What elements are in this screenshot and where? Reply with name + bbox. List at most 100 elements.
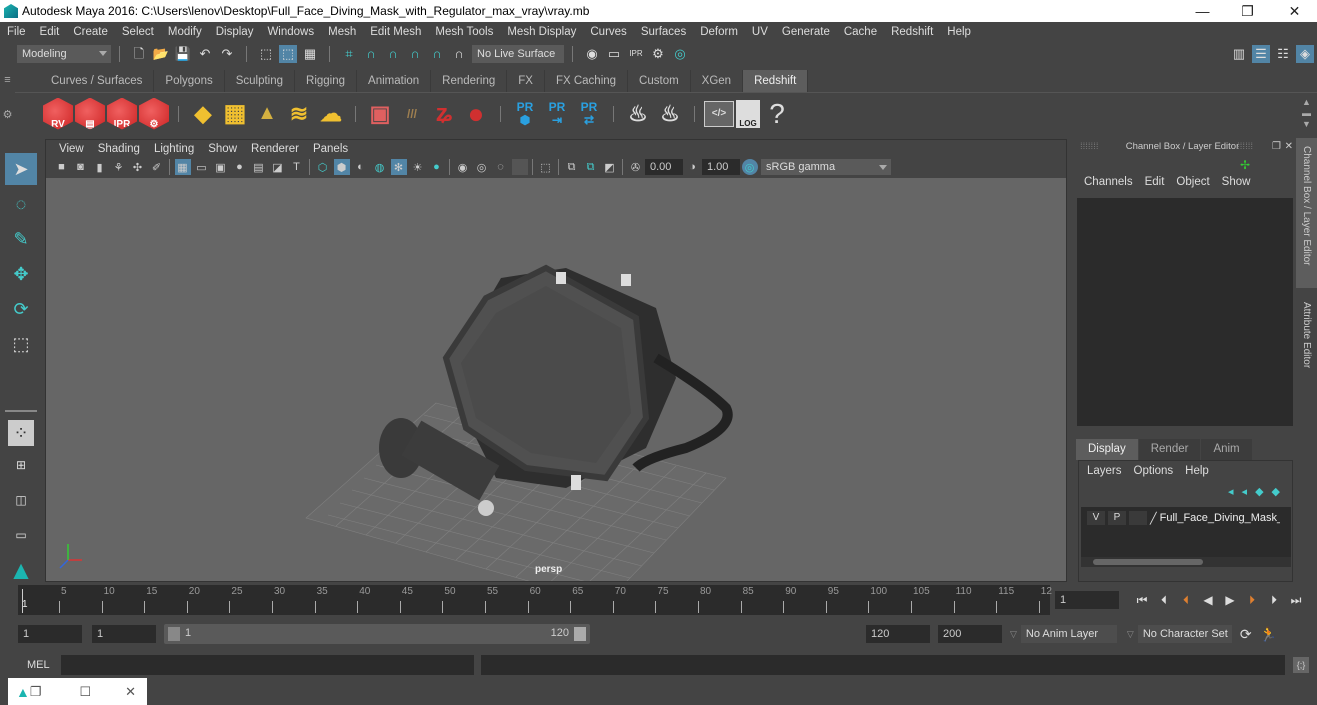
isolate-select-icon[interactable] [511,159,528,175]
command-input[interactable] [61,655,474,675]
redshift-script-editor-icon[interactable]: </> [704,100,734,127]
render-settings-icon[interactable]: ⚙ [649,45,667,63]
shadows-icon[interactable]: ☀ [410,159,426,175]
redshift-batch-render-icon[interactable]: ▤ [75,97,105,130]
horizontal-scrollbar[interactable] [1081,557,1291,567]
move-layer-down-icon[interactable]: ◂ [1242,486,1256,498]
image-plane-icon[interactable]: ⚘ [111,159,127,175]
redshift-bake-multi-icon[interactable]: ♨ [623,98,653,130]
render-frame-icon[interactable]: ▭ [605,45,623,63]
make-live-icon[interactable]: ∩ [450,45,468,63]
depth-of-field-icon[interactable]: ◌ [493,159,509,175]
menu-windows[interactable]: Windows [260,26,321,38]
shelf-tab-curves-surfaces[interactable]: Curves / Surfaces [40,70,155,92]
ipr-render-icon[interactable]: IPR [627,45,645,63]
help-icon[interactable]: ? [762,98,792,130]
animation-end-field[interactable]: 200 [938,625,1002,643]
menu-generate[interactable]: Generate [775,26,837,38]
channel-box-toggle-icon[interactable]: ◈ [1296,45,1314,63]
four-view-layout-icon[interactable]: ⊞ [5,449,37,481]
shelf-tab-polygons[interactable]: Polygons [154,70,225,92]
play-forwards-icon[interactable]: ▶ [1219,593,1241,607]
shelf-tab-custom[interactable]: Custom [628,70,691,92]
paint-select-tool-icon[interactable]: ✎ [5,223,37,255]
panel-menu-panels[interactable]: Panels [306,143,355,155]
redshift-log-icon[interactable]: LOG [736,99,760,128]
snap-live-icon[interactable]: ∩ [428,45,446,63]
redshift-light-quad-icon[interactable]: ◆ [188,98,218,130]
panel-menu-lighting[interactable]: Lighting [147,143,201,155]
single-view-layout-icon[interactable]: ⁘ [8,420,34,446]
select-hierarchy-icon[interactable]: ⬚ [257,45,275,63]
new-layer-from-selection-icon[interactable]: ◆ [1272,486,1288,498]
layer-tab-anim[interactable]: Anim [1201,439,1252,460]
redshift-bake-icon[interactable]: ♨ [655,98,685,130]
shelf-tab-fx[interactable]: FX [507,70,545,92]
redshift-spot-light-icon[interactable]: ▲ [252,98,282,130]
cb-menu-show[interactable]: Show [1216,176,1257,188]
scrollbar-thumb[interactable] [1093,559,1203,565]
field-chart-icon[interactable]: ▤ [251,159,267,175]
animation-start-field[interactable]: 1 [18,625,82,643]
layer-menu-help[interactable]: Help [1179,465,1215,477]
layer-tab-display[interactable]: Display [1076,439,1138,460]
shelf-tab-fx-caching[interactable]: FX Caching [544,70,629,92]
gamma-icon[interactable]: ◑ [685,159,701,175]
layer-row[interactable]: V P ╱ Full_Face_Diving_Mask_w [1081,507,1291,525]
restore-icon[interactable]: ❐ [30,684,42,700]
layer-display-type-toggle[interactable] [1129,511,1147,525]
shelf-scroll-icon[interactable]: ▲ ▬ ▼ [1302,97,1311,130]
menu-deform[interactable]: Deform [693,26,745,38]
cb-menu-edit[interactable]: Edit [1139,176,1171,188]
channel-list[interactable] [1077,198,1293,426]
menu-mesh[interactable]: Mesh [321,26,363,38]
redshift-sun-light-icon[interactable]: ☁ [316,98,346,130]
hypershade-icon[interactable]: ◎ [671,45,689,63]
menu-create[interactable]: Create [66,26,115,38]
move-tool-icon[interactable]: ✥ [5,258,37,290]
step-back-frame-icon[interactable]: ⏴ [1153,593,1175,608]
animation-preferences-icon[interactable]: 🏃 [1260,626,1277,643]
layer-name[interactable]: Full_Face_Diving_Mask_w [1160,512,1280,524]
go-to-start-icon[interactable]: ⏮ [1131,593,1153,608]
grid-icon[interactable]: ▦ [174,159,191,175]
redshift-proxy-export-icon[interactable]: PR ⇥ [542,98,572,130]
redshift-volume-icon[interactable]: ▣ [365,98,395,130]
anti-aliasing-icon[interactable]: ◎ [474,159,490,175]
menu-mesh-display[interactable]: Mesh Display [500,26,583,38]
panel-menu-view[interactable]: View [52,143,91,155]
menu-uv[interactable]: UV [745,26,775,38]
snap-grid-icon[interactable]: ⌗ [340,45,358,63]
float-panel-icon[interactable]: ❐ [1272,141,1281,152]
maximize-button[interactable]: ❐ [1225,0,1270,22]
menu-edit[interactable]: Edit [33,26,67,38]
color-space-selector[interactable]: sRGB gamma [761,159,891,175]
menu-edit-mesh[interactable]: Edit Mesh [363,26,428,38]
character-set-selector[interactable]: No Character Set [1137,625,1232,643]
snap-view-plane-icon[interactable]: ∩ [406,45,424,63]
ambient-occlusion-icon[interactable]: ● [429,159,445,175]
close-button[interactable]: ✕ [1272,0,1317,22]
2d-pan-zoom-icon[interactable]: ✣ [130,159,146,175]
chevron-down-icon[interactable]: ▽ [1127,629,1134,640]
cb-menu-channels[interactable]: Channels [1078,176,1139,188]
wireframe-on-shaded-icon[interactable]: ◐ [353,159,369,175]
current-frame-field[interactable]: 1 [1055,591,1119,609]
redshift-settings-icon[interactable]: ⚙ [139,97,169,130]
shelf-settings-icon[interactable]: ⚙ [0,108,15,121]
menu-cache[interactable]: Cache [837,26,884,38]
use-all-lights-icon[interactable]: ✻ [390,159,407,175]
current-time-indicator[interactable] [22,589,23,613]
camera-attributes-icon[interactable]: ◙ [73,159,89,175]
anim-layer-selector[interactable]: No Anim Layer [1020,625,1117,643]
lasso-tool-icon[interactable]: ◌ [5,188,37,220]
xray-icon[interactable]: ⬚ [538,159,554,175]
play-backwards-icon[interactable]: ◀ [1197,593,1219,607]
redshift-proxy-swap-icon[interactable]: PR ⇄ [574,98,604,130]
layer-tab-render[interactable]: Render [1138,439,1201,460]
menu-select[interactable]: Select [115,26,161,38]
menu-mesh-tools[interactable]: Mesh Tools [428,26,500,38]
close-icon[interactable]: ✕ [125,684,136,700]
script-editor-icon[interactable]: {;} [1293,657,1309,673]
color-management-icon[interactable]: ◎ [741,159,758,175]
